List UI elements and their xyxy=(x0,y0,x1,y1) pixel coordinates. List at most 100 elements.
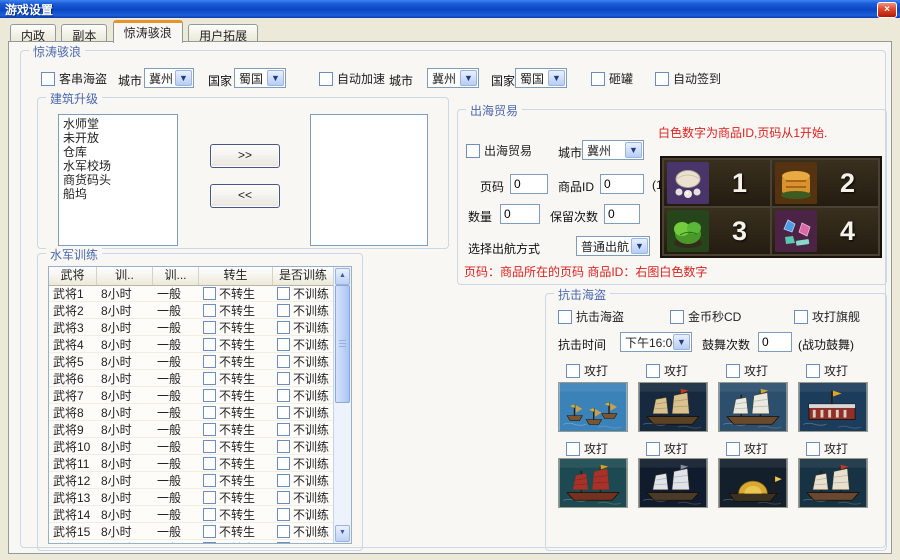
quantity-input[interactable] xyxy=(500,204,540,224)
train-checkbox[interactable] xyxy=(277,389,290,402)
rebirth-checkbox[interactable] xyxy=(203,321,216,334)
scroll-up-icon[interactable]: ▲ xyxy=(335,268,350,285)
train-checkbox[interactable] xyxy=(277,423,290,436)
page-input[interactable] xyxy=(510,174,548,194)
move-right-button[interactable]: >> xyxy=(210,144,280,168)
guest-pirate-checkbox[interactable]: 客串海盗 xyxy=(41,70,107,87)
rebirth-checkbox[interactable] xyxy=(203,457,216,470)
scrollbar-thumb[interactable] xyxy=(335,285,350,403)
chevron-down-icon[interactable]: ▼ xyxy=(267,70,284,86)
checkbox-box[interactable] xyxy=(806,442,820,456)
city2-select[interactable]: 冀州 ▼ xyxy=(427,68,479,88)
rebirth-checkbox[interactable] xyxy=(203,440,216,453)
train-checkbox[interactable] xyxy=(277,491,290,504)
train-checkbox[interactable] xyxy=(277,542,290,544)
train-checkbox[interactable] xyxy=(277,321,290,334)
train-checkbox[interactable] xyxy=(277,406,290,419)
fight-time-select[interactable]: 下午16:00 ▼ xyxy=(620,332,692,352)
checkbox-box[interactable] xyxy=(558,310,572,324)
rebirth-checkbox[interactable] xyxy=(203,372,216,385)
attack-checkbox[interactable]: 攻打 xyxy=(566,440,608,457)
attack-checkbox[interactable]: 攻打 xyxy=(566,362,608,379)
attack-checkbox[interactable]: 攻打 xyxy=(806,362,848,379)
attack-checkbox[interactable]: 攻打 xyxy=(726,362,768,379)
building-list-item[interactable]: 水师堂 xyxy=(59,117,177,131)
checkbox-box[interactable] xyxy=(646,364,660,378)
checkbox-box[interactable] xyxy=(566,442,580,456)
rebirth-checkbox[interactable] xyxy=(203,423,216,436)
checkbox-box[interactable] xyxy=(566,364,580,378)
train-checkbox[interactable] xyxy=(277,355,290,368)
train-checkbox[interactable] xyxy=(277,474,290,487)
keep-times-input[interactable] xyxy=(604,204,640,224)
chevron-down-icon[interactable]: ▼ xyxy=(175,70,192,86)
rebirth-checkbox[interactable] xyxy=(203,525,216,538)
train-checkbox[interactable] xyxy=(277,338,290,351)
checkbox-box[interactable] xyxy=(466,144,480,158)
building-list-item[interactable]: 船坞 xyxy=(59,187,177,201)
train-checkbox[interactable] xyxy=(277,457,290,470)
trade-city-select[interactable]: 冀州 ▼ xyxy=(582,140,644,160)
checkbox-box[interactable] xyxy=(655,72,669,86)
building-list-item[interactable]: 未开放 xyxy=(59,131,177,145)
chevron-down-icon[interactable]: ▼ xyxy=(673,334,690,350)
building-list-item[interactable]: 水军校场 xyxy=(59,159,177,173)
rebirth-checkbox[interactable] xyxy=(203,304,216,317)
attack-flagship-checkbox[interactable]: 攻打旗舰 xyxy=(794,308,860,325)
checkbox-box[interactable] xyxy=(646,442,660,456)
checkbox-box[interactable] xyxy=(806,364,820,378)
train-checkbox[interactable] xyxy=(277,304,290,317)
city1-select[interactable]: 冀州 ▼ xyxy=(144,68,194,88)
tab-stormy-seas[interactable]: 惊涛骇浪 xyxy=(113,20,183,43)
rebirth-checkbox[interactable] xyxy=(203,406,216,419)
train-checkbox[interactable] xyxy=(277,287,290,300)
item-id-input[interactable] xyxy=(600,174,644,194)
train-checkbox[interactable] xyxy=(277,440,290,453)
building-target-list[interactable] xyxy=(310,114,428,246)
auto-signin-checkbox[interactable]: 自动签到 xyxy=(655,70,721,87)
checkbox-box[interactable] xyxy=(41,72,55,86)
checkbox-box[interactable] xyxy=(319,72,333,86)
gold-cd-checkbox[interactable]: 金币秒CD xyxy=(670,308,741,325)
auto-speed-checkbox[interactable]: 自动加速 xyxy=(319,70,385,87)
trade-city-label: 城市 xyxy=(558,144,582,161)
chevron-down-icon[interactable]: ▼ xyxy=(625,142,642,158)
rebirth-checkbox[interactable] xyxy=(203,389,216,402)
rebirth-checkbox[interactable] xyxy=(203,542,216,544)
building-list-item[interactable]: 仓库 xyxy=(59,145,177,159)
rebirth-checkbox[interactable] xyxy=(203,287,216,300)
checkbox-box[interactable] xyxy=(794,310,808,324)
country1-select[interactable]: 蜀国 ▼ xyxy=(234,68,286,88)
rebirth-checkbox[interactable] xyxy=(203,355,216,368)
checkbox-box[interactable] xyxy=(591,72,605,86)
attack-checkbox[interactable]: 攻打 xyxy=(806,440,848,457)
attack-checkbox[interactable]: 攻打 xyxy=(646,362,688,379)
rebirth-checkbox[interactable] xyxy=(203,491,216,504)
country2-select[interactable]: 蜀国 ▼ xyxy=(515,68,567,88)
building-list-item[interactable]: 商货码头 xyxy=(59,173,177,187)
sail-mode-select[interactable]: 普通出航 ▼ xyxy=(576,236,650,256)
close-icon[interactable]: × xyxy=(877,2,897,18)
rebirth-checkbox[interactable] xyxy=(203,474,216,487)
sea-trade-checkbox[interactable]: 出海贸易 xyxy=(466,142,532,159)
cheer-times-input[interactable] xyxy=(758,332,792,352)
chevron-down-icon[interactable]: ▼ xyxy=(460,70,477,86)
rebirth-checkbox[interactable] xyxy=(203,508,216,521)
checkbox-box[interactable] xyxy=(726,442,740,456)
table-scrollbar[interactable]: ▲ ▼ xyxy=(333,267,351,543)
attack-checkbox[interactable]: 攻打 xyxy=(646,440,688,457)
fight-pirates-checkbox[interactable]: 抗击海盗 xyxy=(558,308,624,325)
checkbox-box[interactable] xyxy=(726,364,740,378)
train-checkbox[interactable] xyxy=(277,508,290,521)
smash-jar-checkbox[interactable]: 砸罐 xyxy=(591,70,633,87)
scroll-down-icon[interactable]: ▼ xyxy=(335,525,350,542)
train-checkbox[interactable] xyxy=(277,525,290,538)
chevron-down-icon[interactable]: ▼ xyxy=(548,70,565,86)
train-checkbox[interactable] xyxy=(277,372,290,385)
move-left-button[interactable]: << xyxy=(210,184,280,208)
checkbox-box[interactable] xyxy=(670,310,684,324)
rebirth-checkbox[interactable] xyxy=(203,338,216,351)
building-source-list[interactable]: 水师堂未开放仓库水军校场商货码头船坞 xyxy=(58,114,178,246)
chevron-down-icon[interactable]: ▼ xyxy=(631,238,648,254)
attack-checkbox[interactable]: 攻打 xyxy=(726,440,768,457)
